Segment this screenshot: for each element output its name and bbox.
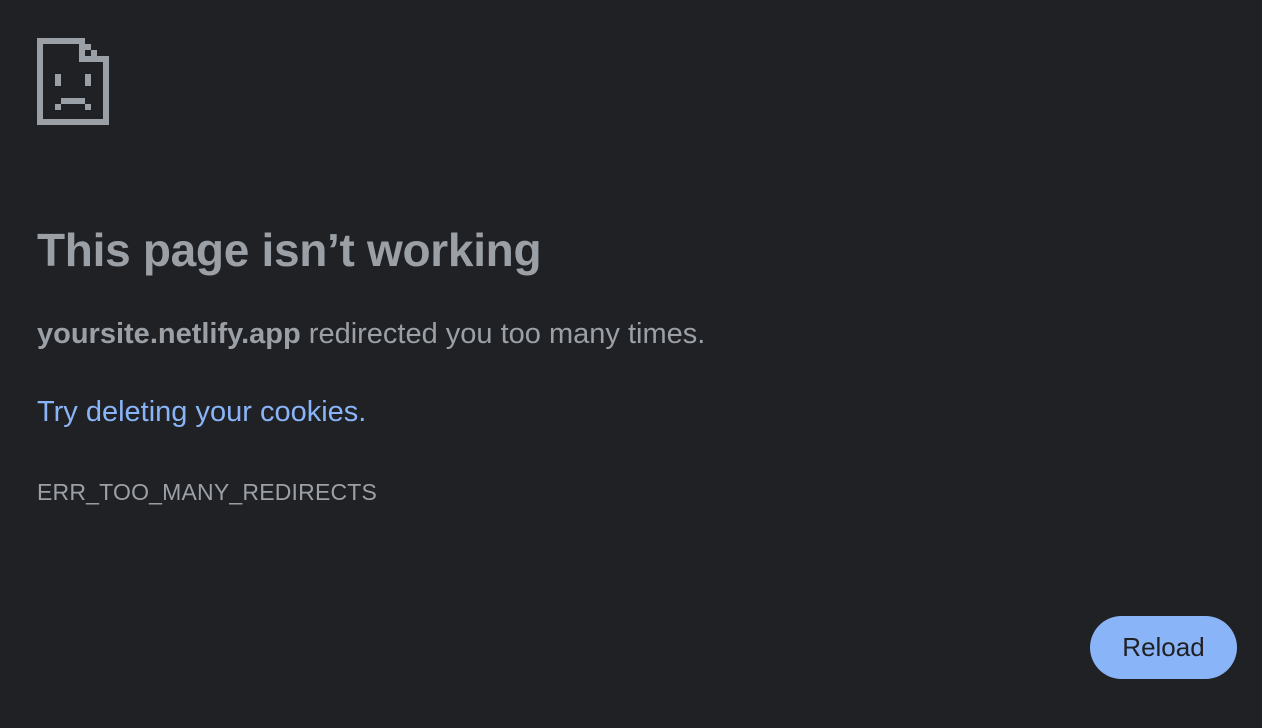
suggestion-suffix: . <box>358 396 367 428</box>
error-summary: yoursite.netlify.app redirected you too … <box>37 316 705 352</box>
sad-document-icon <box>37 38 109 125</box>
reload-button[interactable]: Reload <box>1090 616 1237 679</box>
delete-cookies-link[interactable]: Try deleting your cookies <box>37 396 358 428</box>
error-code: ERR_TOO_MANY_REDIRECTS <box>37 479 378 505</box>
suggestion: Try deleting your cookies. <box>37 394 366 430</box>
summary-message: redirected you too many times. <box>300 318 706 350</box>
page-title: This page isn’t working <box>37 224 542 276</box>
site-domain: yoursite.netlify.app <box>37 318 301 350</box>
